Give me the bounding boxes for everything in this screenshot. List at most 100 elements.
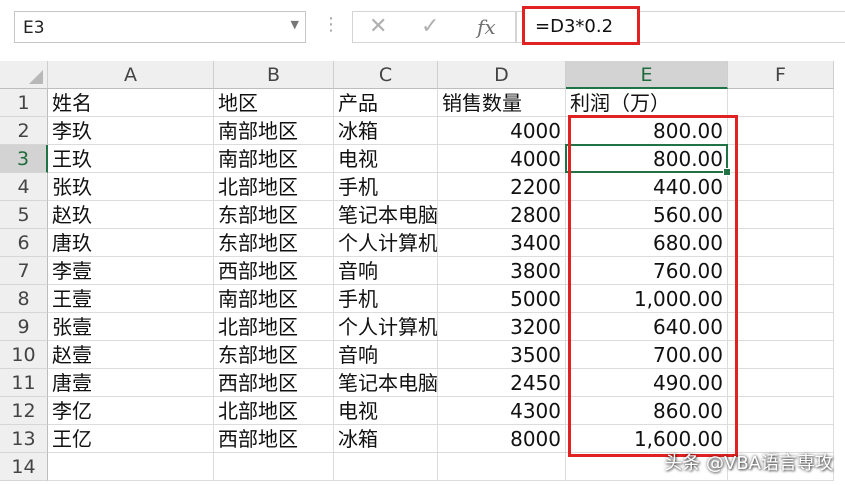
cell-b2[interactable]: 南部地区 bbox=[214, 117, 334, 145]
cell-a14[interactable] bbox=[48, 453, 214, 481]
row-header-6[interactable]: 6 bbox=[0, 229, 48, 257]
cell-d7[interactable]: 3800 bbox=[438, 257, 566, 285]
cell-c11[interactable]: 笔记本电脑 bbox=[334, 369, 438, 397]
cell-d6[interactable]: 3400 bbox=[438, 229, 566, 257]
cell-c4[interactable]: 手机 bbox=[334, 173, 438, 201]
cell-d14[interactable] bbox=[438, 453, 566, 481]
formula-value-box[interactable]: =D3*0.2 bbox=[522, 6, 640, 45]
cell-a6[interactable]: 唐玖 bbox=[48, 229, 214, 257]
row-header-7[interactable]: 7 bbox=[0, 257, 48, 285]
cell-b11[interactable]: 西部地区 bbox=[214, 369, 334, 397]
cell-f9[interactable] bbox=[728, 313, 834, 341]
cell-d10[interactable]: 3500 bbox=[438, 341, 566, 369]
cell-f6[interactable] bbox=[728, 229, 834, 257]
enter-icon[interactable]: ✓ bbox=[421, 14, 439, 40]
cell-f1[interactable] bbox=[728, 89, 834, 117]
column-header-b[interactable]: B bbox=[214, 61, 334, 89]
cell-e9[interactable]: 640.00 bbox=[566, 313, 728, 341]
cell-a11[interactable]: 唐壹 bbox=[48, 369, 214, 397]
cell-a10[interactable]: 赵壹 bbox=[48, 341, 214, 369]
cell-a5[interactable]: 赵玖 bbox=[48, 201, 214, 229]
cell-e5[interactable]: 560.00 bbox=[566, 201, 728, 229]
cell-f8[interactable] bbox=[728, 285, 834, 313]
function-icon[interactable]: fx bbox=[477, 14, 496, 40]
drag-handle-icon[interactable]: ⋮ bbox=[322, 14, 340, 36]
cell-c1[interactable]: 产品 bbox=[334, 89, 438, 117]
row-header-5[interactable]: 5 bbox=[0, 201, 48, 229]
cell-b6[interactable]: 东部地区 bbox=[214, 229, 334, 257]
cell-c2[interactable]: 冰箱 bbox=[334, 117, 438, 145]
cell-e11[interactable]: 490.00 bbox=[566, 369, 728, 397]
row-header-12[interactable]: 12 bbox=[0, 397, 48, 425]
cell-a13[interactable]: 王亿 bbox=[48, 425, 214, 453]
cell-f12[interactable] bbox=[728, 397, 834, 425]
cell-d4[interactable]: 2200 bbox=[438, 173, 566, 201]
row-header-13[interactable]: 13 bbox=[0, 425, 48, 453]
name-box[interactable]: E3 ▼ bbox=[14, 11, 306, 43]
cell-b5[interactable]: 东部地区 bbox=[214, 201, 334, 229]
row-header-9[interactable]: 9 bbox=[0, 313, 48, 341]
cell-b8[interactable]: 南部地区 bbox=[214, 285, 334, 313]
cell-d1[interactable]: 销售数量 bbox=[438, 89, 566, 117]
cell-e2[interactable]: 800.00 bbox=[566, 117, 728, 145]
row-header-2[interactable]: 2 bbox=[0, 117, 48, 145]
cell-b12[interactable]: 北部地区 bbox=[214, 397, 334, 425]
cell-c6[interactable]: 个人计算机 bbox=[334, 229, 438, 257]
cell-b9[interactable]: 北部地区 bbox=[214, 313, 334, 341]
cell-b14[interactable] bbox=[214, 453, 334, 481]
cell-b10[interactable]: 东部地区 bbox=[214, 341, 334, 369]
chevron-down-icon[interactable]: ▼ bbox=[291, 18, 299, 31]
column-header-c[interactable]: C bbox=[334, 61, 438, 89]
cell-c7[interactable]: 音响 bbox=[334, 257, 438, 285]
row-header-14[interactable]: 14 bbox=[0, 453, 48, 481]
cell-b4[interactable]: 北部地区 bbox=[214, 173, 334, 201]
cell-e7[interactable]: 760.00 bbox=[566, 257, 728, 285]
cell-b13[interactable]: 西部地区 bbox=[214, 425, 334, 453]
column-header-f[interactable]: F bbox=[728, 61, 834, 89]
cell-d11[interactable]: 2450 bbox=[438, 369, 566, 397]
cell-c5[interactable]: 笔记本电脑 bbox=[334, 201, 438, 229]
select-all-button[interactable] bbox=[0, 61, 48, 89]
cell-c9[interactable]: 个人计算机 bbox=[334, 313, 438, 341]
cell-f4[interactable] bbox=[728, 173, 834, 201]
cell-e6[interactable]: 680.00 bbox=[566, 229, 728, 257]
cell-f11[interactable] bbox=[728, 369, 834, 397]
cancel-icon[interactable]: ✕ bbox=[369, 14, 387, 40]
cell-b3[interactable]: 南部地区 bbox=[214, 145, 334, 173]
cell-c12[interactable]: 电视 bbox=[334, 397, 438, 425]
cell-e3[interactable]: 800.00 bbox=[566, 145, 728, 173]
cell-d5[interactable]: 2800 bbox=[438, 201, 566, 229]
cell-f5[interactable] bbox=[728, 201, 834, 229]
cell-a9[interactable]: 张壹 bbox=[48, 313, 214, 341]
row-header-10[interactable]: 10 bbox=[0, 341, 48, 369]
cell-f3[interactable] bbox=[728, 145, 834, 173]
row-header-4[interactable]: 4 bbox=[0, 173, 48, 201]
cell-c10[interactable]: 音响 bbox=[334, 341, 438, 369]
cell-d2[interactable]: 4000 bbox=[438, 117, 566, 145]
cell-c8[interactable]: 手机 bbox=[334, 285, 438, 313]
cell-e1[interactable]: 利润（万） bbox=[566, 89, 728, 117]
cell-d13[interactable]: 8000 bbox=[438, 425, 566, 453]
column-header-a[interactable]: A bbox=[48, 61, 214, 89]
row-header-3[interactable]: 3 bbox=[0, 145, 48, 173]
cell-c13[interactable]: 冰箱 bbox=[334, 425, 438, 453]
cell-a12[interactable]: 李亿 bbox=[48, 397, 214, 425]
cell-d3[interactable]: 4000 bbox=[438, 145, 566, 173]
cell-c3[interactable]: 电视 bbox=[334, 145, 438, 173]
cell-d8[interactable]: 5000 bbox=[438, 285, 566, 313]
cell-f2[interactable] bbox=[728, 117, 834, 145]
cell-e10[interactable]: 700.00 bbox=[566, 341, 728, 369]
cell-f10[interactable] bbox=[728, 341, 834, 369]
cell-a8[interactable]: 王壹 bbox=[48, 285, 214, 313]
cell-e4[interactable]: 440.00 bbox=[566, 173, 728, 201]
cell-f7[interactable] bbox=[728, 257, 834, 285]
cell-a7[interactable]: 李壹 bbox=[48, 257, 214, 285]
cell-a1[interactable]: 姓名 bbox=[48, 89, 214, 117]
row-header-11[interactable]: 11 bbox=[0, 369, 48, 397]
cell-a3[interactable]: 王玖 bbox=[48, 145, 214, 173]
cell-b1[interactable]: 地区 bbox=[214, 89, 334, 117]
cell-c14[interactable] bbox=[334, 453, 438, 481]
column-header-e[interactable]: E bbox=[566, 61, 728, 89]
column-header-d[interactable]: D bbox=[438, 61, 566, 89]
cell-b7[interactable]: 西部地区 bbox=[214, 257, 334, 285]
